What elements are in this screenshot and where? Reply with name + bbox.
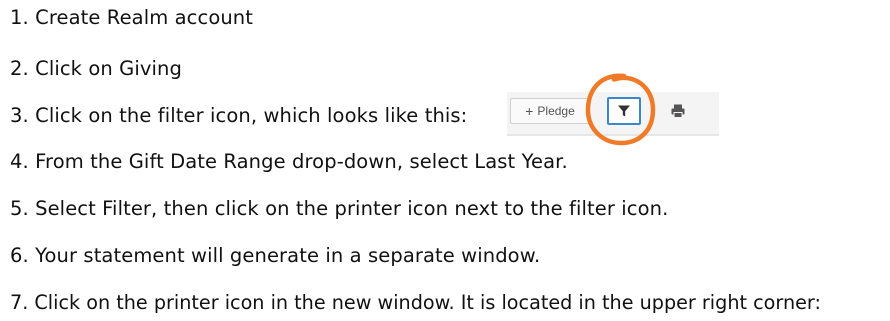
plus-icon: + — [525, 103, 534, 119]
step-2: 2. Click on Giving — [10, 57, 182, 80]
step-1: 1. Create Realm account — [10, 6, 254, 29]
printer-icon — [671, 104, 685, 118]
step-5: 5. Select Filter, then click on the prin… — [10, 197, 669, 220]
pledge-button[interactable]: + Pledge — [510, 98, 590, 124]
pledge-label: Pledge — [537, 104, 575, 118]
toolbar-screenshot: + Pledge — [507, 92, 719, 136]
step-7: 7. Click on the printer icon in the new … — [10, 291, 821, 314]
step-3: 3. Click on the filter icon, which looks… — [10, 104, 468, 127]
step-4: 4. From the Gift Date Range drop-down, s… — [10, 150, 568, 173]
step-6: 6. Your statement will generate in a sep… — [10, 244, 541, 267]
filter-icon — [618, 105, 630, 117]
filter-button[interactable] — [607, 97, 641, 125]
print-button[interactable] — [667, 100, 689, 122]
